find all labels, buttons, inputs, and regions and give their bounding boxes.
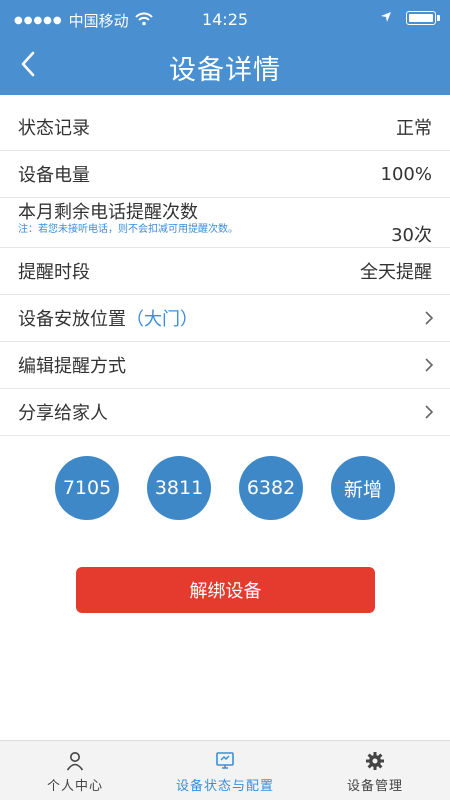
tab-personal-center-label: 个人中心 bbox=[46, 779, 103, 794]
row-share-family[interactable]: 分享给家人 bbox=[0, 389, 450, 436]
row-call-reminders: 本月剩余电话提醒次数 注：若您未接听电话，则不会扣减可用提醒次数。 30次 bbox=[0, 198, 450, 248]
status-bar-right bbox=[380, 9, 440, 27]
code-button-2[interactable]: 3811 bbox=[147, 456, 211, 520]
reminder-period-label: 提醒时段 bbox=[18, 262, 90, 283]
call-reminders-value: 30次 bbox=[391, 225, 432, 246]
nav-bar: 设备详情 bbox=[0, 36, 450, 95]
tab-device-management-label: 设备管理 bbox=[346, 779, 403, 794]
header: ●●●●● 中国移动 14:25 设备详情 bbox=[0, 0, 450, 95]
device-location-close: ） bbox=[180, 309, 198, 330]
share-family-label: 分享给家人 bbox=[18, 403, 108, 424]
battery-label: 设备电量 bbox=[18, 165, 90, 186]
tab-bar: 个人中心 设备状态与配置 设备管理 bbox=[0, 740, 450, 800]
unbind-device-button[interactable]: 解绑设备 bbox=[76, 567, 375, 613]
row-device-location[interactable]: 设备安放位置（大门） bbox=[0, 295, 450, 342]
device-location-label: 设备安放位置（大门） bbox=[18, 305, 198, 331]
tab-device-status-label: 设备状态与配置 bbox=[175, 779, 274, 794]
battery-value: 100% bbox=[380, 163, 432, 185]
gear-icon bbox=[366, 752, 384, 770]
location-icon bbox=[380, 9, 392, 27]
monitor-icon bbox=[216, 752, 234, 769]
device-location-open: （ bbox=[126, 309, 144, 330]
status-bar: ●●●●● 中国移动 14:25 bbox=[0, 0, 450, 36]
call-reminders-note: 注：若您未接听电话，则不会扣减可用提醒次数。 bbox=[18, 224, 238, 235]
tab-device-status[interactable]: 设备状态与配置 bbox=[150, 741, 300, 800]
chevron-right-icon bbox=[425, 311, 434, 325]
chevron-right-icon bbox=[425, 358, 434, 372]
detail-list: 状态记录 正常 设备电量 100% 本月剩余电话提醒次数 注：若您未接听电话，则… bbox=[0, 104, 450, 436]
code-button-3[interactable]: 6382 bbox=[239, 456, 303, 520]
battery-icon bbox=[406, 11, 440, 25]
code-button-1[interactable]: 7105 bbox=[55, 456, 119, 520]
reminder-period-value: 全天提醒 bbox=[360, 262, 432, 283]
call-reminders-label: 本月剩余电话提醒次数 bbox=[18, 202, 198, 223]
device-location-title: 设备安放位置 bbox=[18, 309, 126, 330]
chevron-right-icon bbox=[425, 405, 434, 419]
person-icon bbox=[66, 752, 84, 771]
row-battery: 设备电量 100% bbox=[0, 151, 450, 198]
tab-device-management[interactable]: 设备管理 bbox=[300, 741, 450, 800]
status-record-value: 正常 bbox=[396, 118, 432, 139]
add-code-button[interactable]: 新增 bbox=[331, 456, 395, 520]
status-record-label: 状态记录 bbox=[18, 118, 90, 139]
page-title: 设备详情 bbox=[169, 55, 281, 86]
tab-personal-center[interactable]: 个人中心 bbox=[0, 741, 150, 800]
row-reminder-period[interactable]: 提醒时段 全天提醒 bbox=[0, 248, 450, 295]
edit-reminder-method-label: 编辑提醒方式 bbox=[18, 356, 126, 377]
device-codes: 7105 3811 6382 新增 bbox=[0, 456, 450, 520]
row-status-record[interactable]: 状态记录 正常 bbox=[0, 104, 450, 151]
row-edit-reminder-method[interactable]: 编辑提醒方式 bbox=[0, 342, 450, 389]
device-location-value: 大门 bbox=[144, 309, 180, 330]
